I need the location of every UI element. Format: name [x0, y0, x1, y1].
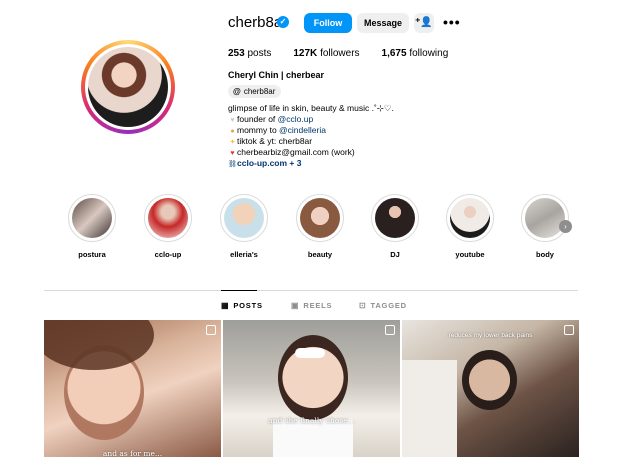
- tabs-divider: [44, 290, 578, 291]
- profile-full-name: Cheryl Chin | cherbear: [228, 70, 325, 80]
- highlight-label: postura: [78, 250, 106, 259]
- tab-tagged-label: TAGGED: [370, 301, 407, 310]
- external-links[interactable]: cclo-up.com + 3: [237, 158, 301, 168]
- message-button[interactable]: Message: [357, 13, 409, 33]
- highlight-label: elleria's: [230, 250, 258, 259]
- highlight-label: youtube: [455, 250, 485, 259]
- highlight-cover: [148, 198, 188, 238]
- tab-reels-label: REELS: [303, 301, 333, 310]
- verified-badge-icon: ✓: [277, 16, 289, 28]
- profile-avatar[interactable]: [81, 40, 175, 134]
- highlight-beauty[interactable]: beauty: [292, 194, 348, 259]
- posts-stat: 253 posts: [228, 48, 271, 59]
- avatar-photo: [88, 47, 168, 127]
- following-count: 1,675: [381, 48, 407, 59]
- post-photo-shirt: [402, 360, 457, 457]
- baby-icon: ●: [230, 128, 235, 135]
- highlight-ring: [371, 194, 419, 242]
- active-tab-indicator: [221, 290, 257, 291]
- reels-icon: ▣: [291, 301, 300, 310]
- post-tile[interactable]: reduces my lower back pains: [402, 320, 579, 457]
- cindelleria-link[interactable]: @cindelleria: [279, 125, 326, 135]
- hair-bow: [295, 348, 325, 358]
- post-tile[interactable]: and she finally chose...: [223, 320, 400, 457]
- highlight-ring: [446, 194, 494, 242]
- highlight-label: DJ: [390, 250, 400, 259]
- followers-count: 127K: [293, 48, 318, 59]
- add-user-icon: ⁺👤: [415, 17, 433, 28]
- bio-line-1: glimpse of life in skin, beauty & music …: [228, 103, 394, 113]
- reel-icon: [206, 325, 216, 335]
- post-photo-dress: [273, 420, 353, 457]
- highlight-cover: [525, 198, 565, 238]
- highlight-label: beauty: [307, 250, 333, 259]
- highlight-cclo-up[interactable]: cclo-up: [140, 194, 196, 259]
- tab-tagged[interactable]: ⊡ TAGGED: [359, 301, 407, 310]
- followers-label: followers: [320, 48, 360, 59]
- grid-icon: ▦: [221, 301, 230, 310]
- post-caption: and as for me...: [102, 449, 163, 457]
- posts-label: posts: [247, 48, 272, 59]
- suggested-users-button[interactable]: ⁺👤: [414, 13, 434, 33]
- highlight-cover: [224, 198, 264, 238]
- highlight-ring: [144, 194, 192, 242]
- highlight-cover: [72, 198, 112, 238]
- highlight-ring: [521, 194, 569, 242]
- follow-button[interactable]: Follow: [304, 13, 352, 33]
- highlight-youtube[interactable]: youtube: [442, 194, 498, 259]
- tab-posts[interactable]: ▦ POSTS: [221, 301, 263, 310]
- highlight-label: body: [536, 250, 554, 259]
- heart-icon: ♥: [230, 117, 235, 124]
- profile-stats: 253 posts 127K followers 1,675 following: [228, 48, 448, 59]
- sparkle-icon: ✦: [229, 139, 236, 146]
- followers-stat[interactable]: 127K followers: [293, 48, 359, 59]
- threads-handle: cherb8ar: [243, 87, 276, 96]
- highlight-ring: [296, 194, 344, 242]
- following-stat[interactable]: 1,675 following: [382, 48, 449, 59]
- bio-line-2: ♥ founder of @cclo.up: [228, 114, 313, 124]
- chevron-right-icon[interactable]: ›: [559, 220, 572, 233]
- bio-line-5: ♥ cherbearbiz@gmail.com (work): [228, 147, 354, 157]
- tab-posts-label: POSTS: [233, 301, 263, 310]
- highlight-postura[interactable]: postura: [64, 194, 120, 259]
- link-icon: ⛓: [228, 161, 237, 168]
- heart-icon: ♥: [230, 150, 235, 157]
- cclo-up-link[interactable]: @cclo.up: [278, 114, 314, 124]
- highlight-label: cclo-up: [154, 250, 182, 259]
- threads-icon: @: [233, 87, 241, 96]
- following-label: following: [409, 48, 449, 59]
- more-options-icon[interactable]: •••: [443, 14, 461, 30]
- tab-reels[interactable]: ▣ REELS: [291, 301, 332, 310]
- post-photo-hair: [44, 320, 154, 370]
- tagged-icon: ⊡: [359, 301, 367, 310]
- post-photo: [462, 350, 517, 410]
- post-caption: and she finally chose...: [268, 416, 355, 425]
- highlight-dj[interactable]: DJ: [367, 194, 423, 259]
- highlight-ring: [68, 194, 116, 242]
- posts-count: 253: [228, 48, 245, 59]
- highlight-cover: [375, 198, 415, 238]
- post-caption: reduces my lower back pains: [448, 332, 533, 339]
- highlight-ellerias[interactable]: elleria's: [216, 194, 272, 259]
- threads-badge[interactable]: @ cherb8ar: [228, 85, 282, 98]
- avatar-border: [85, 44, 171, 130]
- bio-line-3: ● mommy to @cindelleria: [228, 125, 326, 135]
- bio-line-4: ✦ tiktok & yt: cherb8ar: [229, 136, 313, 146]
- highlight-cover: [450, 198, 490, 238]
- bio-line-6: ⛓cclo-up.com + 3: [228, 158, 301, 168]
- reel-icon: [385, 325, 395, 335]
- post-tile[interactable]: and as for me...: [44, 320, 221, 457]
- highlight-ring: [220, 194, 268, 242]
- highlight-cover: [300, 198, 340, 238]
